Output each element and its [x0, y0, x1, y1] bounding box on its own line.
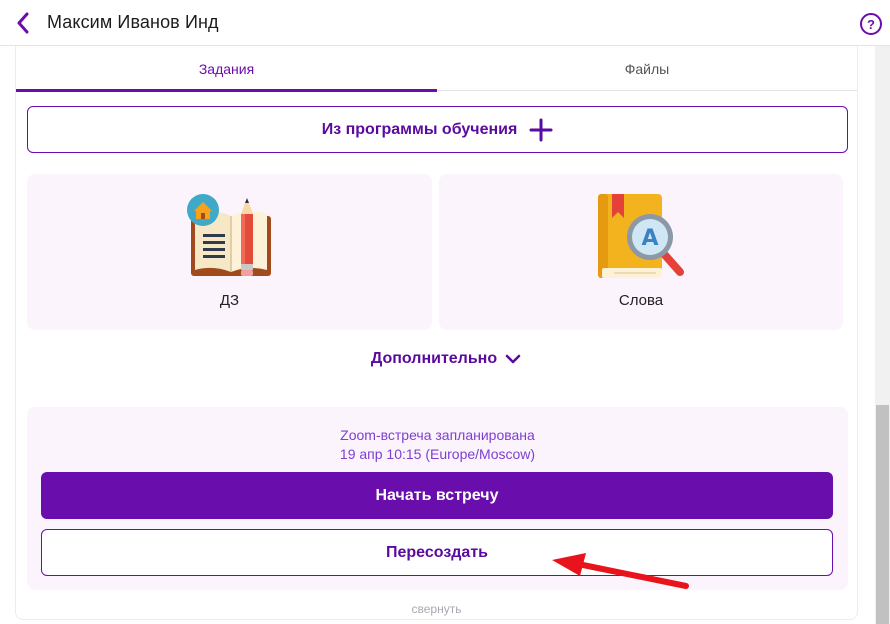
zoom-status: Zoom-встреча запланирована [340, 427, 535, 443]
start-meeting-button[interactable]: Начать встречу [41, 472, 833, 519]
from-program-label: Из программы обучения [321, 120, 518, 138]
plus-icon [529, 118, 553, 141]
page-title: Максим Иванов Инд [47, 12, 219, 32]
back-button[interactable] [10, 9, 36, 37]
tile-homework[interactable]: ДЗ [27, 174, 432, 330]
chevron-left-icon [17, 12, 29, 34]
more-label: Дополнительно [370, 350, 498, 367]
tabs: Задания Файлы [16, 46, 857, 92]
help-icon: ? [867, 16, 875, 32]
from-program-button[interactable]: Из программы обучения [27, 106, 848, 153]
chevron-down-icon [505, 354, 521, 364]
tab-files[interactable]: Файлы [437, 46, 857, 91]
tile-words-label: Слова [618, 292, 664, 309]
lesson-card: Задания Файлы Из программы обучения ДЗ A… [15, 46, 858, 620]
annotation-arrow-icon [552, 553, 689, 589]
collapse-link[interactable]: свернуть [16, 602, 857, 616]
tile-words[interactable]: A Слова [439, 174, 843, 330]
dictionary-search-icon: A [598, 194, 684, 278]
page: Максим Иванов Инд ? Задания Файлы Из про… [0, 0, 890, 624]
header: Максим Иванов Инд ? [0, 0, 890, 46]
svg-text:A: A [641, 226, 658, 251]
scrollbar-thumb[interactable] [876, 405, 889, 624]
more-toggle[interactable]: Дополнительно [346, 346, 546, 372]
homework-book-icon [187, 194, 271, 276]
zoom-meeting-panel: Zoom-встреча запланирована 19 апр 10:15 … [27, 407, 848, 590]
recreate-meeting-button[interactable]: Пересоздать [41, 529, 833, 576]
zoom-time: 19 апр 10:15 (Europe/Moscow) [339, 446, 536, 462]
tile-homework-label: ДЗ [219, 292, 240, 309]
tab-tasks[interactable]: Задания [16, 46, 437, 92]
help-button[interactable]: ? [860, 13, 882, 35]
